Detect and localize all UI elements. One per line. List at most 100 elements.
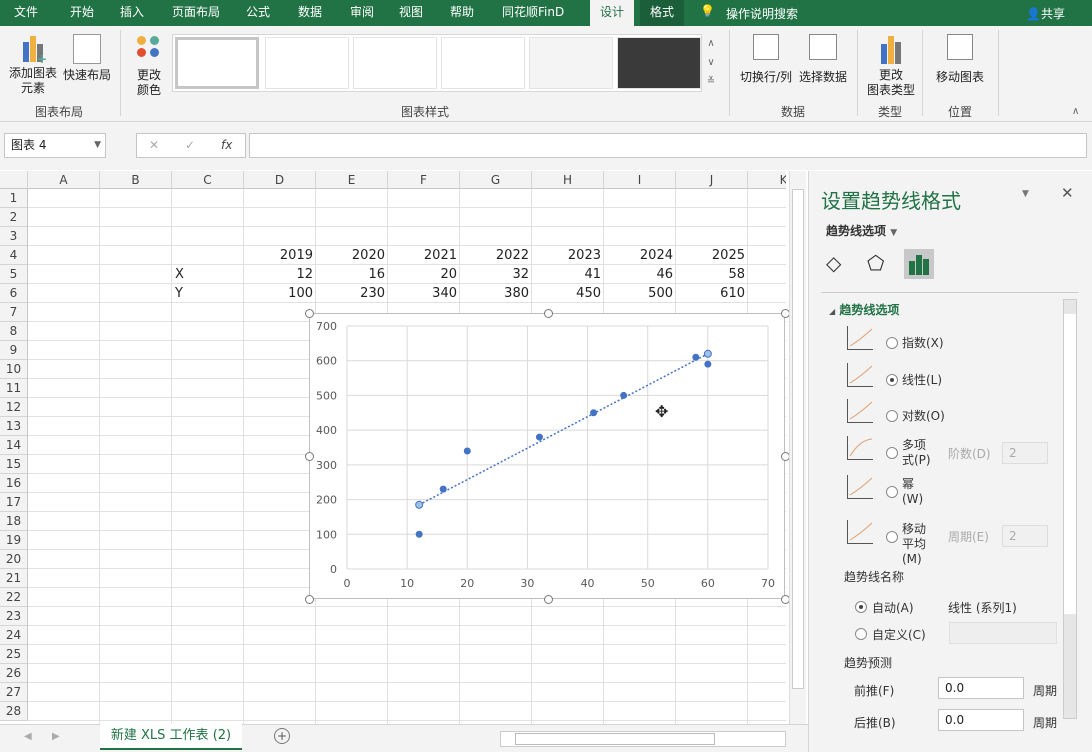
h-scroll-thumb[interactable]: [515, 733, 715, 745]
change-chart-type-button[interactable]: 更改 图表类型: [862, 34, 920, 98]
share-button[interactable]: 👤共享: [1026, 5, 1065, 22]
period-spinner[interactable]: 2: [1002, 525, 1048, 547]
chart-style-1[interactable]: [175, 37, 259, 89]
cell-year[interactable]: 2021: [388, 246, 460, 265]
tell-me-search[interactable]: 操作说明搜索: [726, 5, 798, 22]
column-header[interactable]: B: [100, 171, 172, 189]
row-header[interactable]: 17: [0, 493, 28, 512]
row-header[interactable]: 28: [0, 702, 28, 721]
custom-radio[interactable]: [855, 628, 867, 640]
close-icon[interactable]: ✕: [1061, 184, 1074, 202]
cell-year[interactable]: 2020: [316, 246, 388, 265]
cancel-icon[interactable]: ✕: [149, 134, 159, 157]
insert-function-icon[interactable]: fx: [221, 134, 232, 157]
row-header[interactable]: 22: [0, 588, 28, 607]
row-header[interactable]: 25: [0, 645, 28, 664]
cell-y-value[interactable]: 610: [676, 284, 748, 303]
chevron-down-icon[interactable]: ▼: [94, 134, 101, 157]
chart-style-5[interactable]: [529, 37, 613, 89]
resize-handle[interactable]: [544, 309, 553, 318]
column-header[interactable]: G: [460, 171, 532, 189]
cell-y-label[interactable]: Y: [172, 284, 186, 303]
row-header[interactable]: 23: [0, 607, 28, 626]
cell-y-value[interactable]: 340: [388, 284, 460, 303]
sheet-tab-active[interactable]: 新建 XLS 工作表 (2): [100, 724, 242, 750]
chart-style-3[interactable]: [353, 37, 437, 89]
options-menu[interactable]: 趋势线选项 ▼: [826, 222, 897, 239]
column-header[interactable]: I: [604, 171, 676, 189]
cell-x-value[interactable]: 46: [604, 265, 676, 284]
row-header[interactable]: 24: [0, 626, 28, 645]
resize-handle[interactable]: [305, 595, 314, 604]
row-header[interactable]: 15: [0, 455, 28, 474]
pane-scroll-thumb[interactable]: [1064, 314, 1076, 614]
row-header[interactable]: 20: [0, 550, 28, 569]
row-header[interactable]: 14: [0, 436, 28, 455]
trendline-type-radio[interactable]: [886, 374, 898, 386]
menu-tab[interactable]: 格式: [640, 0, 685, 26]
backward-input[interactable]: 0.0: [938, 709, 1024, 731]
switch-row-column-button[interactable]: 切换行/列: [736, 34, 796, 85]
gallery-scroll[interactable]: ∧ ∨ ≚: [703, 34, 719, 92]
row-header[interactable]: 16: [0, 474, 28, 493]
menu-tab[interactable]: 插入: [114, 0, 150, 26]
row-header[interactable]: 7: [0, 303, 28, 322]
row-header[interactable]: 1: [0, 189, 28, 208]
auto-radio[interactable]: [855, 601, 867, 613]
cell-y-value[interactable]: 380: [460, 284, 532, 303]
row-header[interactable]: 9: [0, 341, 28, 360]
cell-x-value[interactable]: 58: [676, 265, 748, 284]
add-sheet-icon[interactable]: +: [274, 728, 290, 744]
menu-tab[interactable]: 帮助: [444, 0, 480, 26]
column-header[interactable]: H: [532, 171, 604, 189]
resize-handle[interactable]: [544, 595, 553, 604]
cell-x-value[interactable]: 16: [316, 265, 388, 284]
menu-tab[interactable]: 同花顺FinD: [496, 0, 570, 26]
cell-year[interactable]: 2022: [460, 246, 532, 265]
trendline-type-radio[interactable]: [886, 486, 898, 498]
cell-y-value[interactable]: 230: [316, 284, 388, 303]
row-header[interactable]: 3: [0, 227, 28, 246]
row-header[interactable]: 12: [0, 398, 28, 417]
select-all[interactable]: [0, 171, 28, 189]
menu-tab[interactable]: 开始: [64, 0, 100, 26]
name-box[interactable]: 图表 4 ▼: [4, 133, 106, 158]
cell-year[interactable]: 2023: [532, 246, 604, 265]
cell-year[interactable]: 2025: [676, 246, 748, 265]
move-chart-button[interactable]: 移动图表: [930, 34, 990, 85]
chart-styles-gallery[interactable]: [172, 34, 702, 92]
menu-tab[interactable]: 视图: [393, 0, 429, 26]
add-chart-element-button[interactable]: + 添加图表 元素: [6, 34, 60, 96]
menu-tab[interactable]: 页面布局: [166, 0, 226, 26]
column-header[interactable]: D: [244, 171, 316, 189]
cell-year[interactable]: 2019: [244, 246, 316, 265]
row-header[interactable]: 19: [0, 531, 28, 550]
column-header[interactable]: F: [388, 171, 460, 189]
section-trendline-options[interactable]: ◢ 趋势线选项: [829, 301, 899, 318]
menu-tab[interactable]: 审阅: [344, 0, 380, 26]
cell-y-value[interactable]: 500: [604, 284, 676, 303]
menu-tab[interactable]: 设计: [590, 0, 635, 26]
enter-icon[interactable]: ✓: [185, 134, 195, 157]
quick-layout-button[interactable]: 快速布局: [62, 34, 112, 83]
cell-x-value[interactable]: 20: [388, 265, 460, 284]
trendline-type-radio[interactable]: [886, 337, 898, 349]
row-header[interactable]: 13: [0, 417, 28, 436]
column-header[interactable]: A: [28, 171, 100, 189]
trendline-type-radio[interactable]: [886, 447, 898, 459]
change-colors-button[interactable]: 更改 颜色: [128, 34, 170, 98]
resize-handle[interactable]: [305, 309, 314, 318]
chart-style-2[interactable]: [265, 37, 349, 89]
row-header[interactable]: 21: [0, 569, 28, 588]
row-header[interactable]: 18: [0, 512, 28, 531]
prev-sheet-icon[interactable]: ◀: [24, 731, 32, 742]
collapse-ribbon-icon[interactable]: ∧: [1072, 106, 1079, 117]
pane-scrollbar[interactable]: [1063, 299, 1077, 719]
chart[interactable]: 0 10 20 30 40 50 60 70 0 100 200 300 400 500 600 700 ✥: [305, 309, 790, 604]
trendline-options-icon[interactable]: [904, 249, 934, 279]
cell-x-label[interactable]: X: [172, 265, 187, 284]
chart-style-4[interactable]: [441, 37, 525, 89]
row-header[interactable]: 6: [0, 284, 28, 303]
formula-input[interactable]: [249, 133, 1087, 158]
column-header[interactable]: K: [748, 171, 786, 189]
